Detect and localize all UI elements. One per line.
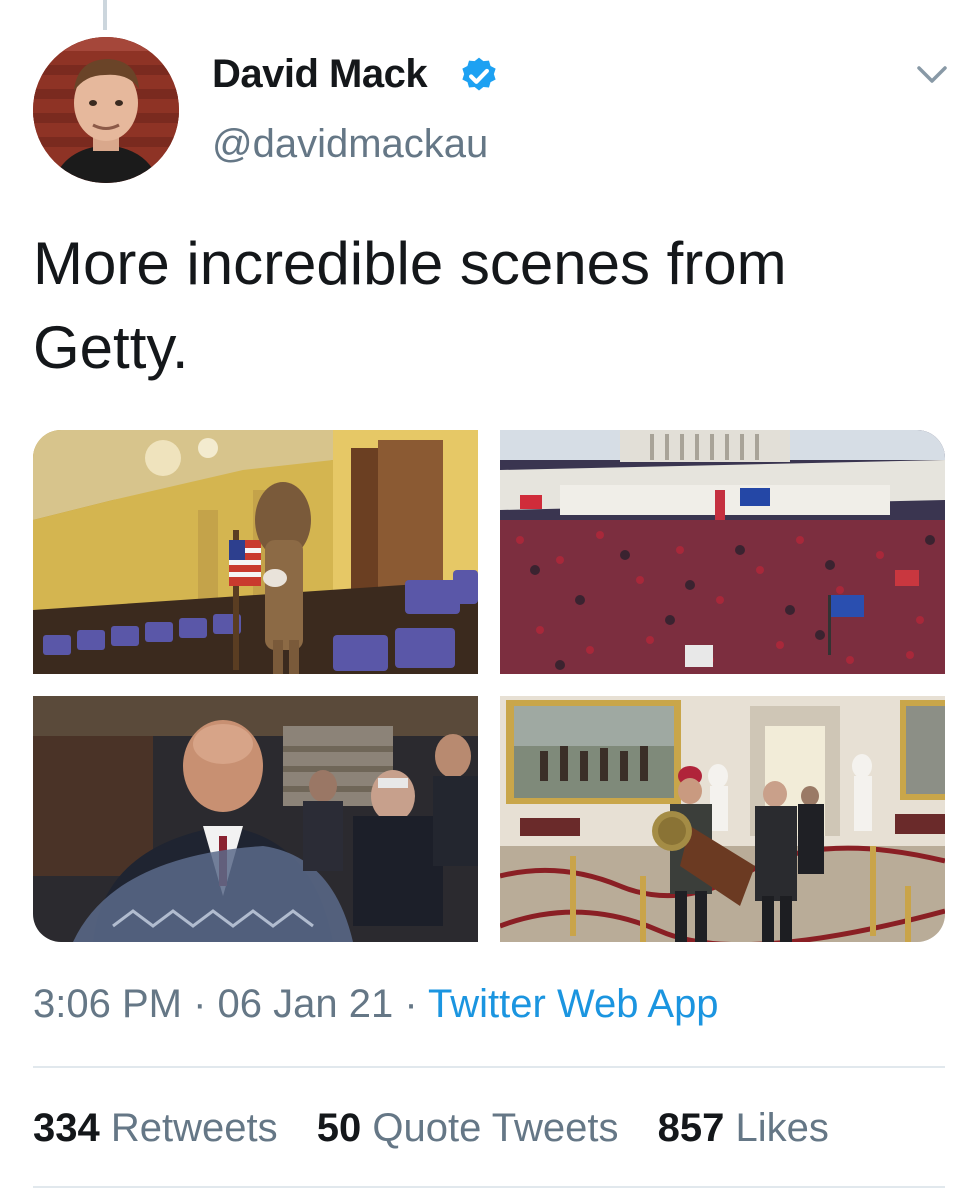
retweets-count: 334 <box>33 1106 100 1150</box>
engagement-stats: 334 Retweets 50 Quote Tweets 857 Likes <box>33 1106 857 1151</box>
chevron-down-icon[interactable] <box>914 62 950 88</box>
meta-separator: · <box>393 982 429 1026</box>
retweets-label: Retweets <box>110 1106 278 1150</box>
quote-tweets-stat[interactable]: 50 Quote Tweets <box>317 1106 619 1150</box>
author-name[interactable]: David Mack <box>212 52 428 97</box>
avatar[interactable] <box>33 37 179 183</box>
divider <box>33 1066 945 1068</box>
likes-stat[interactable]: 857 Likes <box>658 1106 829 1150</box>
tweet-time: 3:06 PM <box>33 982 182 1026</box>
likes-label: Likes <box>735 1106 829 1150</box>
photo-chamber-balcony[interactable] <box>33 430 478 674</box>
photo-capitol-crowd[interactable] <box>500 430 945 674</box>
tweet-metadata: 3:06 PM · 06 Jan 21 · Twitter Web App <box>33 982 719 1027</box>
photo-lawmakers-sheltering[interactable] <box>33 696 478 942</box>
author-handle[interactable]: @davidmackau <box>212 122 488 167</box>
quote-tweets-count: 50 <box>316 1106 362 1150</box>
tweet-date[interactable]: 06 Jan 21 <box>218 982 394 1026</box>
thread-connector-line <box>103 0 107 30</box>
verified-badge-icon <box>462 57 496 91</box>
tweet-text: More incredible scenes from Getty. <box>33 230 787 381</box>
meta-separator: · <box>181 982 218 1026</box>
likes-count: 857 <box>657 1106 725 1150</box>
media-grid <box>33 430 945 942</box>
divider <box>33 1186 945 1188</box>
tweet-source-link[interactable]: Twitter Web App <box>428 982 719 1026</box>
retweets-stat[interactable]: 334 Retweets <box>33 1106 278 1150</box>
quote-tweets-label: Quote Tweets <box>372 1106 619 1150</box>
photo-rotunda-lectern[interactable] <box>500 696 945 942</box>
